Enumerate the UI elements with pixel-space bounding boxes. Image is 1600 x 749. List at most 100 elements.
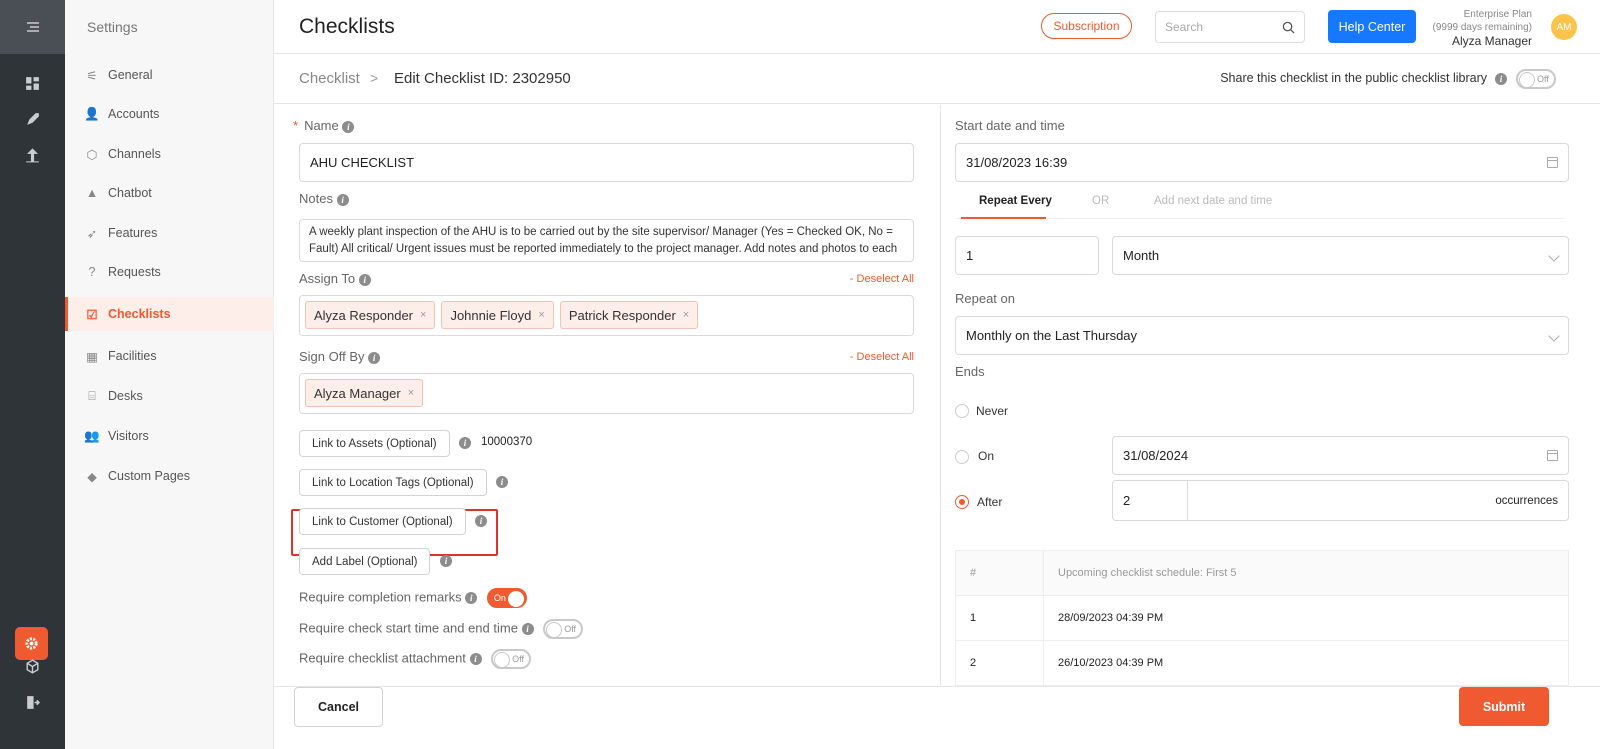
repeat-tabs: Repeat Every OR Add next date and time	[955, 189, 1565, 219]
subscription-button[interactable]: Subscription	[1041, 13, 1132, 39]
search-input[interactable]	[1165, 20, 1275, 34]
ends-on-date-input[interactable]: 31/08/2024	[1112, 436, 1569, 475]
check-time-toggle[interactable]: Off	[543, 619, 584, 639]
ends-after-radio[interactable]	[955, 495, 969, 509]
active-tab-underline	[961, 217, 1046, 219]
repeat-on-select[interactable]: Monthly on the Last Thursday	[955, 316, 1569, 355]
column-header: Upcoming checklist schedule: First 5	[1058, 567, 1237, 579]
sidebar-item-label: Requests	[108, 265, 161, 279]
table-header: # Upcoming checklist schedule: First 5	[956, 551, 1568, 596]
link-assets-button[interactable]: Link to Assets (Optional)	[299, 430, 450, 457]
info-icon[interactable]: i	[342, 120, 355, 133]
analytics-nav[interactable]	[0, 140, 65, 170]
question-icon: ?	[88, 265, 96, 279]
repeat-unit-select[interactable]: Month	[1112, 236, 1569, 275]
calendar-icon[interactable]	[1547, 156, 1558, 168]
close-icon[interactable]: ×	[420, 309, 426, 321]
logout-nav[interactable]	[0, 687, 65, 717]
close-icon[interactable]: ×	[683, 309, 689, 321]
top-header: Checklists Subscription Help Center Ente…	[274, 0, 1600, 54]
avatar[interactable]: AM	[1551, 14, 1577, 40]
info-icon[interactable]: i	[521, 623, 534, 635]
attachment-toggle[interactable]: Off	[491, 649, 532, 669]
sidebar-item-channels[interactable]: ⬡ Channels	[65, 137, 274, 171]
assignee-tag: Johnnie Floyd ×	[441, 301, 554, 329]
close-icon[interactable]: ×	[538, 309, 544, 321]
link-location-tags-button[interactable]: Link to Location Tags (Optional)	[299, 469, 487, 496]
assignee-tag: Patrick Responder ×	[559, 301, 699, 329]
breadcrumb-checklist-link[interactable]: Checklist	[299, 70, 360, 87]
info-icon[interactable]: i	[469, 653, 482, 665]
sidebar-item-accounts[interactable]: 👤 Accounts	[65, 97, 274, 131]
tab-add-next-date[interactable]: Add next date and time	[1154, 195, 1272, 207]
info-icon[interactable]: i	[496, 476, 508, 488]
info-icon[interactable]: i	[358, 273, 371, 286]
chevron-right-icon: >	[370, 70, 379, 86]
breadcrumb-current: Edit Checklist ID: 2302950	[394, 70, 571, 87]
submit-button[interactable]: Submit	[1459, 687, 1549, 726]
schedule-panel: Start date and time 31/08/2023 16:39 Rep…	[941, 105, 1600, 686]
ends-never-radio[interactable]	[955, 404, 969, 418]
calendar-icon[interactable]	[1547, 449, 1558, 461]
info-icon[interactable]: i	[1495, 73, 1507, 85]
rocket-icon: ➶	[86, 226, 98, 241]
row-date: 26/10/2023 04:39 PM	[1058, 657, 1164, 669]
deselect-all-assign-link[interactable]: - Deselect All	[850, 273, 914, 285]
sidebar-item-facilities[interactable]: ▦ Facilities	[65, 339, 274, 373]
add-label-button[interactable]: Add Label (Optional)	[299, 548, 431, 575]
info-icon[interactable]: i	[475, 515, 487, 527]
info-icon[interactable]: i	[465, 592, 478, 604]
close-icon[interactable]: ×	[408, 387, 414, 399]
sign-off-select[interactable]: Alyza Manager ×	[299, 373, 914, 414]
start-date-input[interactable]: 31/08/2023 16:39	[955, 143, 1569, 182]
sidebar-item-desks[interactable]: ⌸ Desks	[65, 379, 274, 413]
row-number: 2	[956, 641, 1044, 685]
assign-to-select[interactable]: Alyza Responder × Johnnie Floyd × Patrick …	[299, 295, 914, 336]
completion-remarks-toggle[interactable]: On	[486, 588, 527, 608]
sidebar-item-label: Channels	[108, 147, 161, 161]
chevron-down-icon	[1548, 329, 1560, 342]
checklist-form: * Name i AHU CHECKLIST Notes i A weekly p…	[274, 105, 941, 686]
sidebar-item-visitors[interactable]: 👥 Visitors	[65, 419, 274, 453]
info-icon[interactable]: i	[459, 437, 471, 449]
sidebar-item-chatbot[interactable]: ▲ Chatbot	[65, 176, 274, 210]
search-icon[interactable]	[1282, 21, 1295, 34]
link-customer-button[interactable]: Link to Customer (Optional)	[299, 508, 466, 535]
ends-on-radio[interactable]	[955, 450, 969, 464]
occurrences-input-group: 2 occurrences	[1112, 480, 1569, 521]
page-title: Checklists	[299, 15, 395, 38]
search-box	[1155, 11, 1305, 43]
info-icon[interactable]: i	[368, 351, 381, 364]
after-count-input[interactable]: 2	[1113, 481, 1188, 520]
dashboard-nav[interactable]	[0, 68, 65, 98]
table-row: 1 28/09/2023 04:39 PM	[956, 596, 1568, 641]
deselect-all-signoff-link[interactable]: - Deselect All	[850, 351, 914, 363]
sidebar-item-checklists[interactable]: ☑ Checklists	[65, 297, 274, 331]
tab-or: OR	[1092, 195, 1110, 207]
notes-textarea[interactable]: A weekly plant inspection of the AHU is …	[299, 219, 914, 262]
sidebar-item-requests[interactable]: ? Requests	[65, 255, 274, 289]
modules-nav[interactable]	[0, 651, 65, 681]
share-toggle[interactable]: Off	[1516, 69, 1556, 89]
launch-nav[interactable]	[0, 104, 65, 134]
menu-toggle-button[interactable]	[0, 0, 65, 54]
sidebar-item-label: Chatbot	[108, 186, 152, 200]
breadcrumb: Checklist > Edit Checklist ID: 2302950 S…	[274, 55, 1600, 104]
user-name[interactable]: Alyza Manager	[1433, 35, 1532, 48]
sidebar-item-custom-pages[interactable]: ◆ Custom Pages	[65, 459, 274, 493]
sidebar-item-label: Desks	[108, 389, 143, 403]
repeat-count-input[interactable]: 1	[955, 236, 1099, 275]
check-time-label: Require check start time and end time i …	[299, 619, 584, 639]
info-icon[interactable]: i	[336, 193, 349, 206]
rocket-icon	[27, 112, 39, 125]
cancel-button[interactable]: Cancel	[294, 687, 383, 727]
sidebar-item-general[interactable]: ⚟ General	[65, 58, 274, 92]
name-label: * Name i	[293, 118, 355, 133]
sidebar-item-features[interactable]: ➶ Features	[65, 216, 274, 250]
sidebar-item-label: Accounts	[108, 107, 160, 121]
info-icon[interactable]: i	[440, 555, 452, 567]
sidebar-item-label: Features	[108, 226, 158, 240]
tab-repeat-every[interactable]: Repeat Every	[979, 195, 1052, 207]
name-input[interactable]: AHU CHECKLIST	[299, 143, 914, 182]
help-center-button[interactable]: Help Center	[1328, 10, 1416, 43]
